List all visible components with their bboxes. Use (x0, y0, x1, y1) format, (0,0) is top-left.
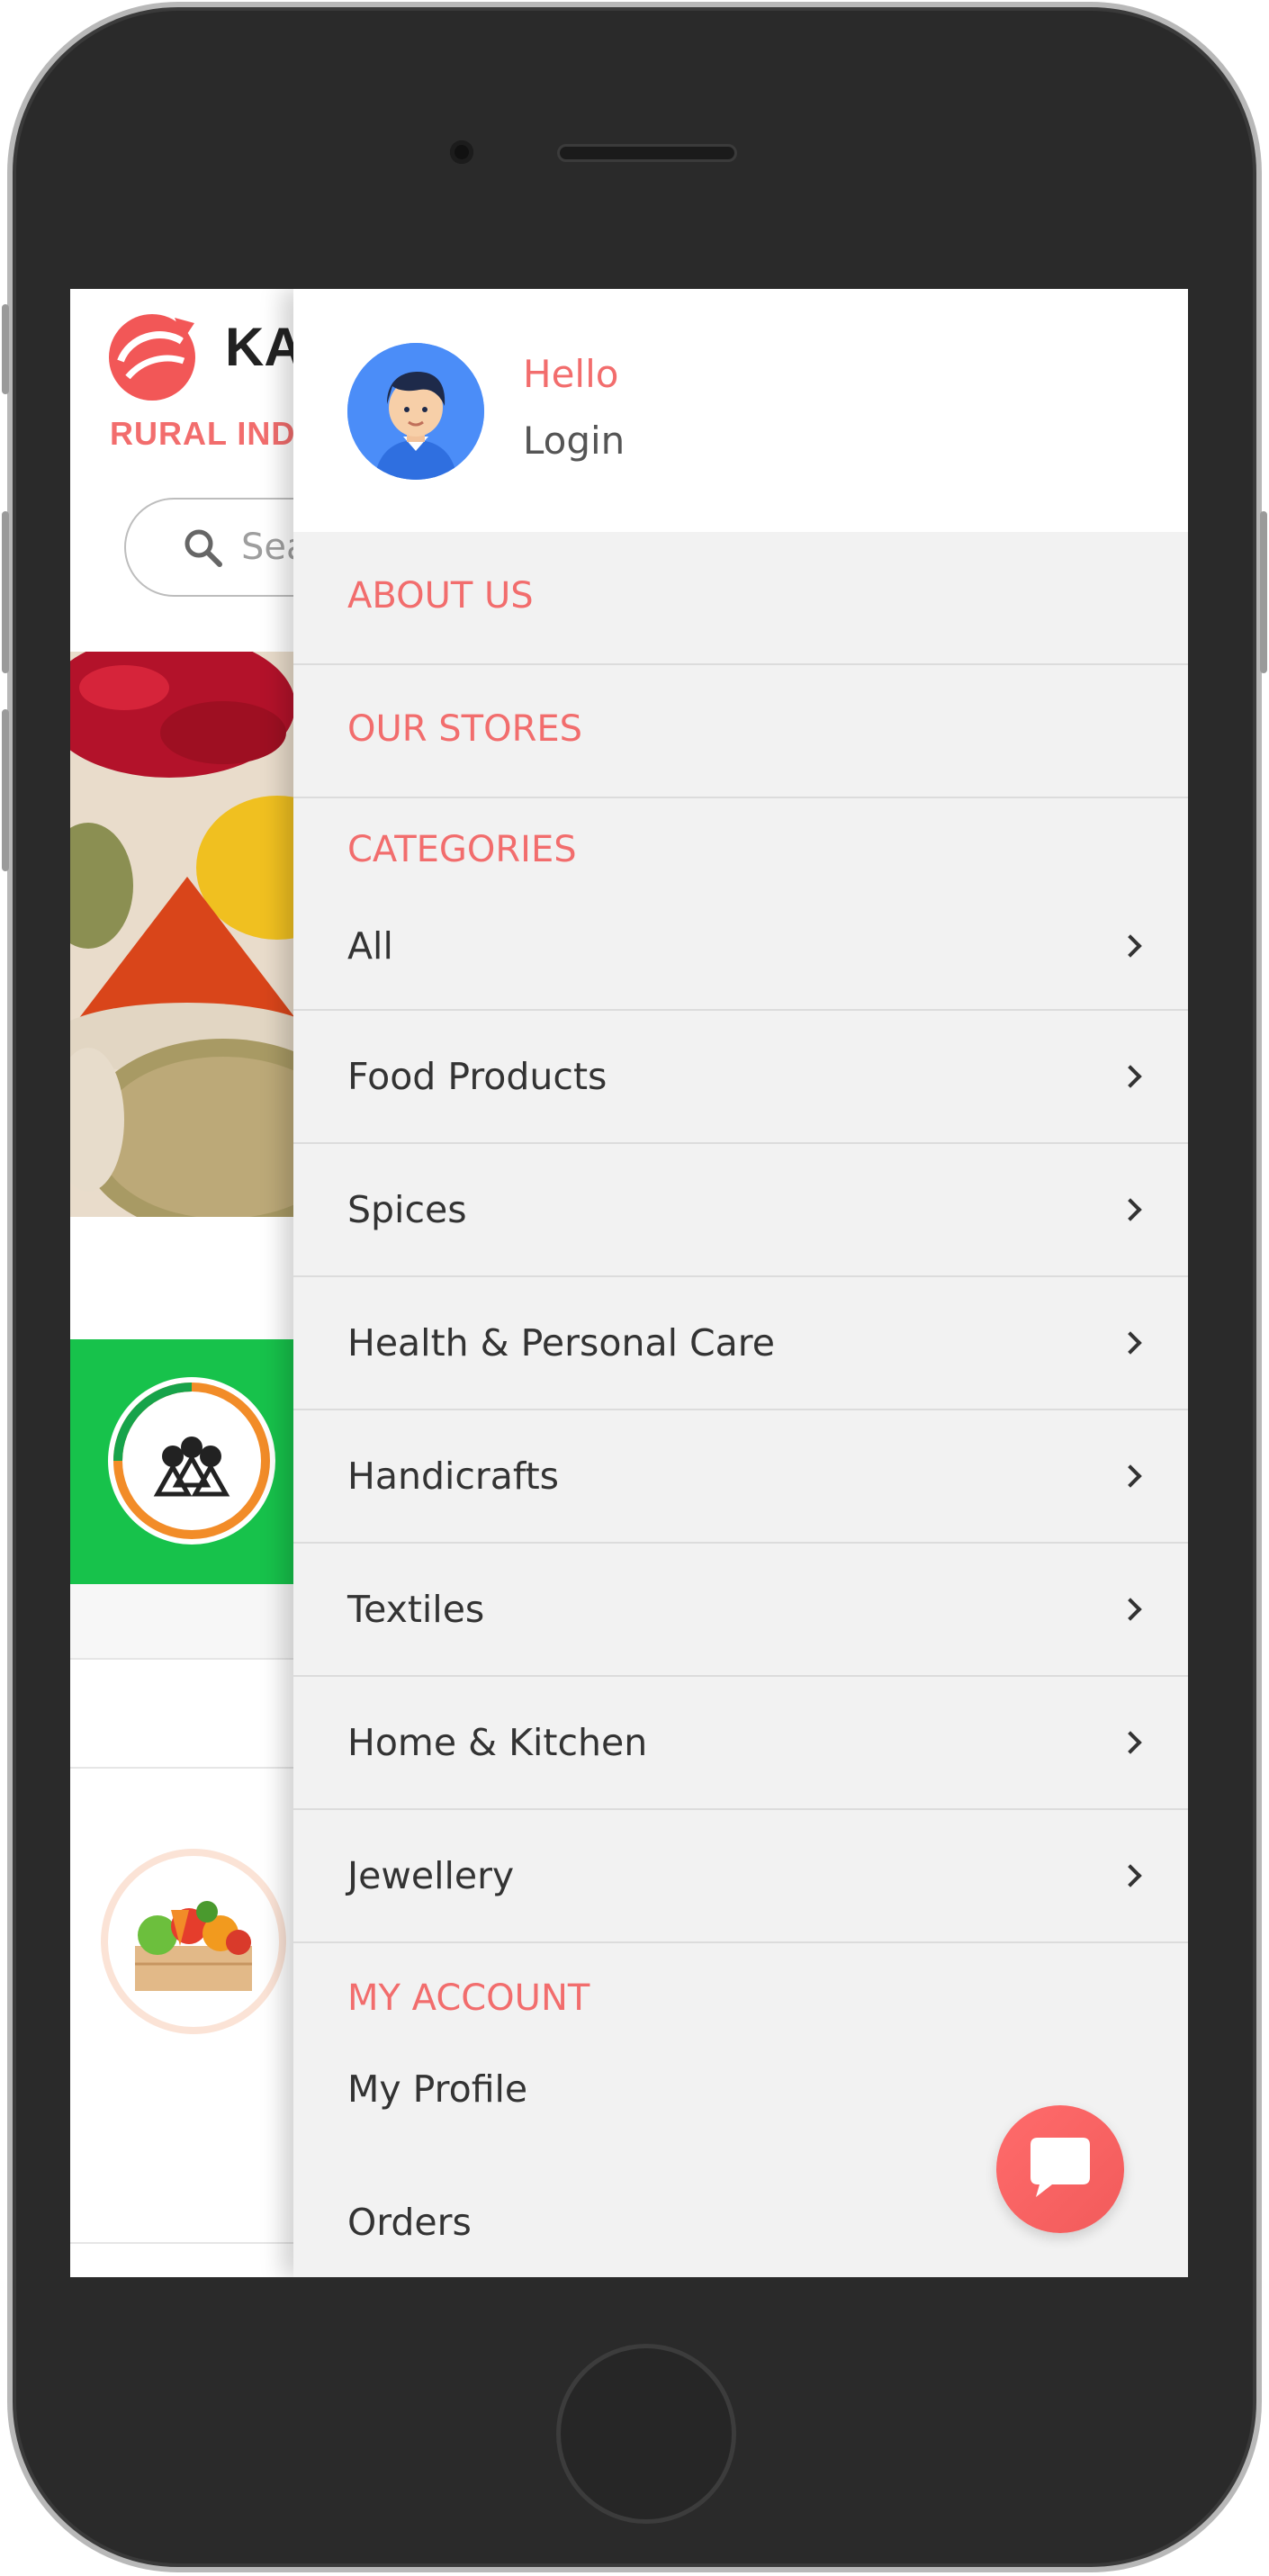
chevron-right-icon (1119, 1598, 1142, 1621)
divider-line (70, 2242, 304, 2244)
volume-up-button (2, 511, 9, 673)
category-label: Food Products (347, 1055, 608, 1098)
earpiece-speaker (557, 144, 737, 162)
home-button[interactable] (556, 2344, 736, 2524)
vegetables-category-image[interactable] (101, 1849, 286, 2034)
chat-button[interactable] (996, 2105, 1124, 2233)
user-avatar-icon (347, 343, 484, 480)
chevron-right-icon (1119, 1331, 1142, 1355)
about-us-link[interactable]: ABOUT US (293, 532, 1188, 665)
category-label: Jewellery (347, 1854, 515, 1897)
navigation-drawer: Hello Login ABOUT US OUR STORES CATEGORI… (293, 289, 1188, 2277)
orders-link[interactable]: Orders (347, 2201, 472, 2244)
phone-screen: KA RURAL IND Sea Hello Login ABOUT US OU… (70, 289, 1188, 2277)
mute-switch (2, 304, 9, 394)
chevron-right-icon (1119, 933, 1142, 958)
front-camera (450, 140, 473, 164)
volume-down-button (2, 709, 9, 871)
spices-banner-image (70, 652, 304, 1217)
chevron-right-icon (1119, 1731, 1142, 1754)
my-profile-link[interactable]: My Profile (347, 2067, 527, 2111)
category-item-jewellery[interactable]: Jewellery (293, 1810, 1188, 1943)
our-stores-link[interactable]: OUR STORES (293, 665, 1188, 798)
search-icon (184, 529, 222, 567)
section-divider (70, 1584, 304, 1660)
our-stores-label: OUR STORES (347, 708, 583, 750)
category-item-spices[interactable]: Spices (293, 1144, 1188, 1277)
chevron-right-icon (1119, 1065, 1142, 1088)
category-label: Handicrafts (347, 1455, 560, 1498)
power-button (1260, 511, 1267, 673)
shg-banner (70, 1339, 304, 1584)
chevron-right-icon (1119, 1198, 1142, 1221)
chat-bubble-icon (1030, 2138, 1090, 2197)
brand-tagline: RURAL IND (110, 415, 296, 452)
about-us-label: ABOUT US (347, 575, 534, 617)
drawer-header[interactable]: Hello Login (293, 289, 1188, 532)
category-item-food-products[interactable]: Food Products (293, 1011, 1188, 1144)
chevron-right-icon (1119, 1464, 1142, 1488)
brand-logo-icon (109, 314, 195, 401)
shg-logo-icon (108, 1377, 275, 1545)
category-label: Spices (347, 1188, 467, 1231)
my-account-heading: MY ACCOUNT (347, 1977, 590, 2019)
category-item-textiles[interactable]: Textiles (293, 1544, 1188, 1677)
category-label: Health & Personal Care (347, 1321, 775, 1365)
category-item-health-personal-care[interactable]: Health & Personal Care (293, 1277, 1188, 1410)
login-link[interactable]: Login (523, 419, 625, 463)
brand-name: KA (225, 317, 303, 377)
chevron-right-icon (1119, 1864, 1142, 1887)
greeting-text: Hello (523, 352, 619, 396)
category-item-all[interactable]: All (293, 865, 1188, 1011)
category-label: All (347, 923, 393, 968)
category-label: Home & Kitchen (347, 1721, 648, 1764)
category-item-home-kitchen[interactable]: Home & Kitchen (293, 1677, 1188, 1810)
category-label: Textiles (347, 1588, 485, 1631)
divider-line (70, 1767, 304, 1769)
category-item-handicrafts[interactable]: Handicrafts (293, 1410, 1188, 1544)
